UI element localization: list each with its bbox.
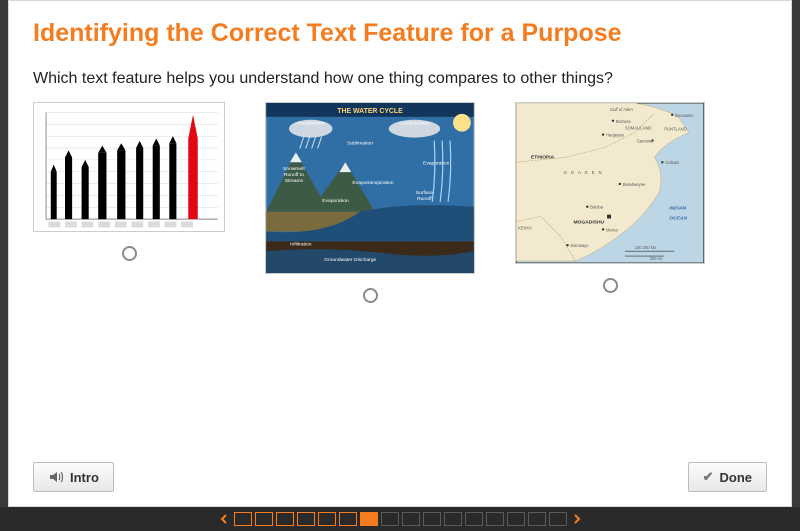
speaker-icon (48, 469, 64, 485)
svg-text:Berbera: Berbera (616, 119, 631, 124)
svg-text:Merca: Merca (606, 227, 618, 232)
svg-text:Evaporation: Evaporation (322, 198, 349, 204)
svg-text:INDIAN: INDIAN (669, 206, 686, 212)
svg-text:Gulf of Aden: Gulf of Aden (610, 107, 633, 112)
svg-text:Boosaaso: Boosaaso (675, 113, 694, 118)
nav-strip (0, 507, 800, 531)
svg-text:ETHIOPIA: ETHIOPIA (531, 154, 555, 160)
option-1 (33, 102, 225, 261)
svg-text:THE WATER CYCLE: THE WATER CYCLE (337, 108, 403, 115)
svg-text:Infiltration: Infiltration (290, 241, 312, 247)
nav-box-8[interactable] (402, 512, 420, 526)
svg-text:Surface: Surface (416, 190, 433, 196)
radio-option-3[interactable] (603, 278, 618, 293)
options-row: THE WATER CYCLE Precip (33, 102, 767, 303)
svg-text:Kismaayo: Kismaayo (570, 243, 589, 248)
page-title: Identifying the Correct Text Feature for… (33, 19, 767, 48)
svg-text:Streams: Streams (285, 178, 304, 184)
option-2: THE WATER CYCLE Precip (265, 102, 475, 303)
intro-button[interactable]: Intro (33, 462, 114, 492)
check-icon (703, 469, 714, 485)
svg-text:Beledweyne: Beledweyne (623, 182, 646, 187)
nav-box-2[interactable] (276, 512, 294, 526)
svg-text:Runoff: Runoff (417, 196, 432, 202)
svg-text:Runoff to: Runoff to (284, 172, 304, 178)
svg-text:Evaporation: Evaporation (423, 160, 450, 166)
nav-boxes (234, 512, 567, 526)
svg-text:PUNTLAND: PUNTLAND (664, 127, 686, 132)
lesson-frame: Identifying the Correct Text Feature for… (8, 0, 792, 507)
thumb-bar-chart[interactable] (33, 102, 225, 232)
nav-box-3[interactable] (297, 512, 315, 526)
svg-text:Condensation: Condensation (399, 121, 430, 127)
svg-text:SOMALILAND: SOMALILAND (625, 126, 652, 131)
thumb-water-cycle[interactable]: THE WATER CYCLE Precip (265, 102, 475, 274)
svg-text:Evapotranspiration: Evapotranspiration (352, 180, 393, 186)
option-3: Gulf of Aden Boosaaso Berbera SOMALILAND… (515, 102, 705, 293)
nav-box-6[interactable] (360, 512, 378, 526)
svg-text:O G A D E N: O G A D E N (564, 170, 603, 175)
nav-box-14[interactable] (528, 512, 546, 526)
nav-box-12[interactable] (486, 512, 504, 526)
nav-box-11[interactable] (465, 512, 483, 526)
nav-box-4[interactable] (318, 512, 336, 526)
svg-text:Precipitation: Precipitation (297, 121, 324, 127)
nav-box-0[interactable] (234, 512, 252, 526)
nav-box-13[interactable] (507, 512, 525, 526)
footer-bar: Intro Done (33, 452, 767, 492)
svg-text:KENYA: KENYA (518, 225, 532, 230)
svg-text:Baidoa: Baidoa (590, 205, 604, 210)
nav-box-15[interactable] (549, 512, 567, 526)
nav-box-7[interactable] (381, 512, 399, 526)
done-label: Done (720, 470, 753, 485)
radio-option-2[interactable] (363, 288, 378, 303)
question-text: Which text feature helps you understand … (33, 70, 767, 88)
done-button[interactable]: Done (688, 462, 767, 492)
nav-box-10[interactable] (444, 512, 462, 526)
svg-text:Hargeysa: Hargeysa (606, 133, 624, 138)
svg-text:Galcaio: Galcaio (665, 160, 680, 165)
svg-text:Sublimation: Sublimation (347, 141, 373, 147)
nav-box-9[interactable] (423, 512, 441, 526)
thumb-map[interactable]: Gulf of Aden Boosaaso Berbera SOMALILAND… (515, 102, 705, 264)
nav-next[interactable] (571, 513, 583, 525)
intro-label: Intro (70, 470, 99, 485)
svg-text:100 200 km: 100 200 km (635, 245, 657, 250)
nav-prev[interactable] (218, 513, 230, 525)
nav-box-1[interactable] (255, 512, 273, 526)
svg-text:MOGADISHU: MOGADISHU (573, 219, 604, 225)
svg-text:200 mi: 200 mi (650, 256, 662, 261)
svg-text:Groundwater Discharge: Groundwater Discharge (324, 257, 376, 263)
svg-text:OCEAN: OCEAN (669, 216, 687, 222)
svg-text:Snowmelt: Snowmelt (283, 166, 305, 172)
radio-option-1[interactable] (122, 246, 137, 261)
nav-box-5[interactable] (339, 512, 357, 526)
svg-text:Garoowe: Garoowe (637, 139, 654, 144)
